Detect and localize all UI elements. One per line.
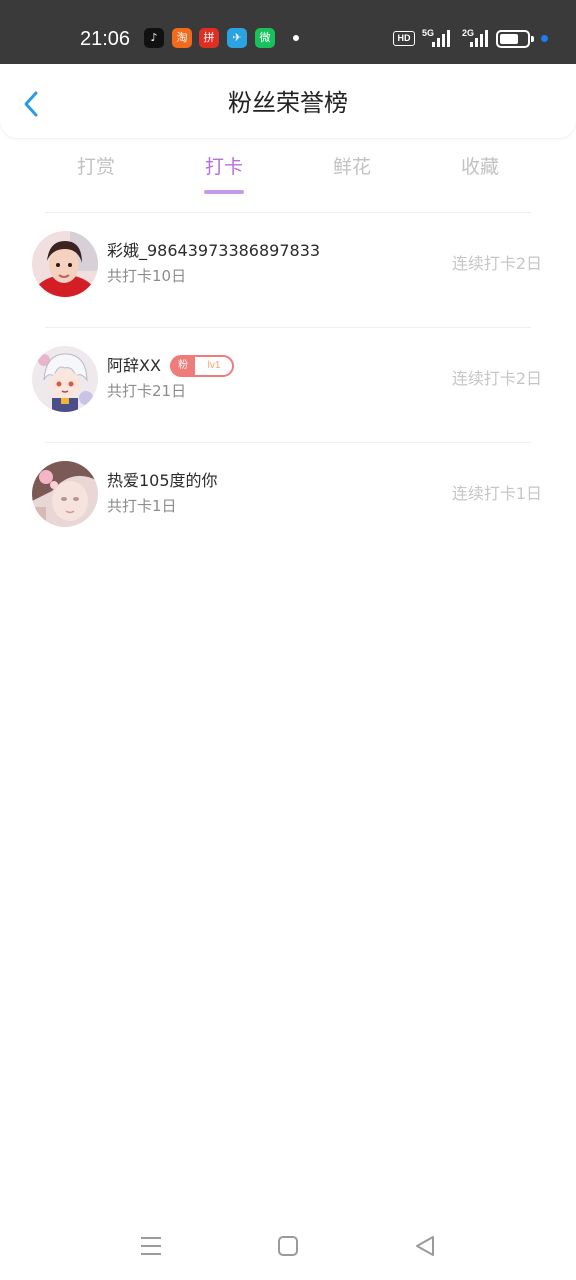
tab-favorites[interactable]: 收藏: [440, 150, 520, 184]
telegram-icon: ✈: [227, 28, 247, 48]
fan-name: 彩娥_98643973386897833: [107, 241, 321, 260]
home-square-icon: [278, 1236, 298, 1256]
fan-name: 阿辞XX: [107, 356, 161, 375]
divider: [45, 212, 531, 213]
system-nav-bar: [0, 1210, 576, 1280]
home-button[interactable]: [274, 1232, 302, 1260]
tab-bar: 打赏 打卡 鲜花 收藏: [0, 150, 576, 200]
tab-flowers[interactable]: 鲜花: [312, 150, 392, 184]
taobao-icon: 淘: [172, 28, 192, 48]
header: 粉丝荣誉榜: [0, 64, 576, 138]
avatar[interactable]: [32, 346, 98, 412]
tab-checkin[interactable]: 打卡: [184, 150, 264, 194]
total-checkin: 共打卡10日: [107, 267, 187, 285]
streak-checkin: 连续打卡2日: [451, 369, 542, 388]
fan-badge-label: 粉: [171, 356, 195, 376]
list-item[interactable]: 热爱105度的你 共打卡1日 连续打卡1日: [0, 442, 576, 557]
divider: [45, 327, 531, 328]
avatar[interactable]: [32, 461, 98, 527]
fan-name: 热爱105度的你: [107, 471, 218, 490]
tab-checkin-label: 打卡: [204, 156, 243, 178]
fan-level-badge: 粉 lv1: [170, 355, 234, 377]
privacy-indicator-icon: [541, 35, 548, 42]
back-nav-button[interactable]: [411, 1232, 439, 1260]
notification-dot-icon: [293, 35, 299, 41]
page-title: 粉丝荣誉榜: [228, 89, 348, 117]
status-time: 21:06: [80, 28, 131, 50]
fan-badge-level: lv1: [207, 360, 221, 371]
total-checkin: 共打卡21日: [107, 382, 187, 400]
avatar[interactable]: [32, 231, 98, 297]
triangle-back-icon: [416, 1236, 434, 1256]
list-item[interactable]: 彩娥_98643973386897833 共打卡10日 连续打卡2日: [0, 212, 576, 327]
streak-checkin: 连续打卡1日: [451, 484, 542, 503]
signal-2g-icon: 2G: [462, 28, 492, 48]
tiktok-icon: ♪: [144, 28, 164, 48]
pinduoduo-icon: 拼: [199, 28, 219, 48]
battery-fill: [500, 34, 518, 44]
streak-checkin: 连续打卡2日: [451, 254, 542, 273]
divider: [45, 442, 531, 443]
battery-icon: [496, 30, 530, 48]
status-bar: 21:06 ♪ 淘 拼 ✈ 微 HD 5G 2G: [0, 0, 576, 64]
menu-button[interactable]: [137, 1232, 165, 1260]
hd-icon: HD: [393, 31, 415, 46]
list-item[interactable]: 阿辞XX 粉 lv1 共打卡21日 连续打卡2日: [0, 327, 576, 442]
wechat-mini-icon: 微: [255, 28, 275, 48]
total-checkin: 共打卡1日: [107, 497, 177, 515]
battery-tip: [531, 36, 534, 42]
menu-icon: [141, 1237, 161, 1255]
signal-5g-icon: 5G: [422, 28, 454, 48]
tab-reward[interactable]: 打赏: [56, 150, 136, 184]
active-tab-indicator: [204, 190, 244, 194]
